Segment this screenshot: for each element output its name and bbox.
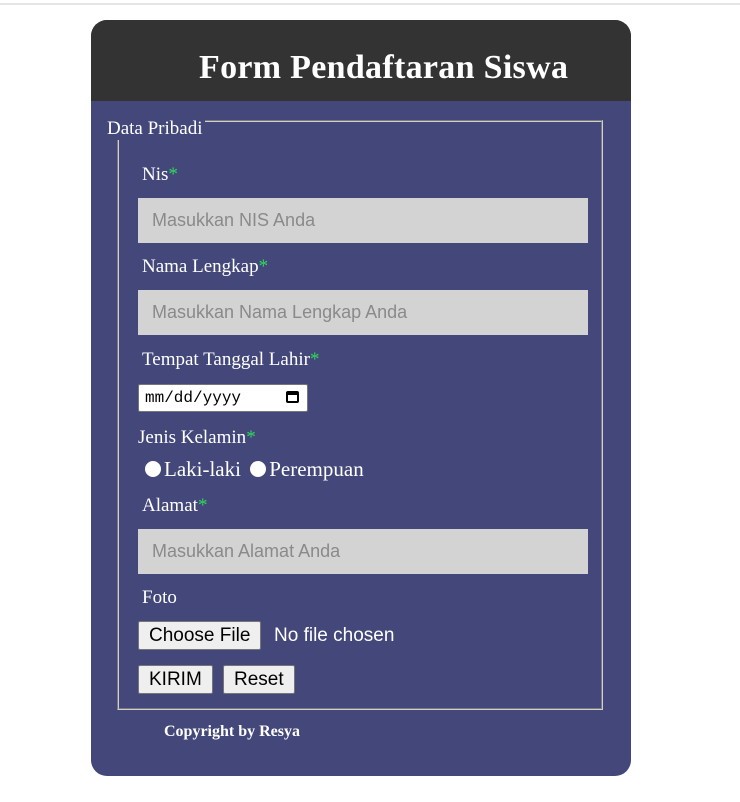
birthdate-input[interactable]: mm/dd/yyyy	[138, 384, 308, 412]
required-mark: *	[168, 164, 178, 185]
choose-file-button[interactable]: Choose File	[138, 621, 262, 650]
radio-laki-laki-label[interactable]: Laki-laki	[164, 457, 241, 481]
ttl-label-text: Tempat Tanggal Lahir	[142, 349, 310, 370]
nis-input[interactable]	[138, 198, 588, 243]
jenis-kelamin-label-text: Jenis Kelamin	[138, 427, 247, 448]
card-header: Form Pendaftaran Siswa	[91, 20, 631, 101]
top-divider	[0, 3, 740, 5]
submit-button[interactable]: KIRIM	[138, 665, 213, 694]
date-placeholder: mm/dd/yyyy	[145, 389, 242, 407]
nis-label: Nis*	[142, 164, 178, 186]
alamat-label: Alamat*	[142, 495, 207, 517]
required-mark: *	[246, 427, 256, 448]
page-title: Form Pendaftaran Siswa	[199, 49, 569, 86]
form-card: Form Pendaftaran Siswa Data Pribadi Nis*…	[91, 20, 631, 776]
ttl-label: Tempat Tanggal Lahir*	[142, 349, 319, 371]
gender-radio-group: Laki-laki Perempuan	[145, 457, 368, 482]
jenis-kelamin-label: Jenis Kelamin*	[138, 427, 256, 449]
foto-label: Foto	[142, 587, 177, 608]
reset-button[interactable]: Reset	[223, 665, 295, 694]
file-status: No file chosen	[274, 625, 395, 646]
calendar-icon[interactable]	[286, 391, 299, 403]
nis-label-text: Nis	[142, 164, 169, 185]
radio-perempuan-label[interactable]: Perempuan	[269, 457, 363, 481]
required-mark: *	[197, 495, 208, 516]
required-mark: *	[258, 256, 269, 277]
copyright-text: Copyright by Resya	[164, 723, 301, 740]
nama-lengkap-input[interactable]	[138, 290, 588, 335]
nama-label: Nama Lengkap*	[142, 256, 268, 278]
alamat-input[interactable]	[138, 529, 588, 574]
radio-laki-laki[interactable]	[145, 461, 161, 477]
nama-label-text: Nama Lengkap	[142, 256, 259, 277]
required-mark: *	[309, 349, 320, 370]
radio-perempuan[interactable]	[250, 461, 267, 477]
alamat-label-text: Alamat	[142, 495, 198, 516]
fieldset-legend: Data Pribadi	[105, 118, 205, 140]
